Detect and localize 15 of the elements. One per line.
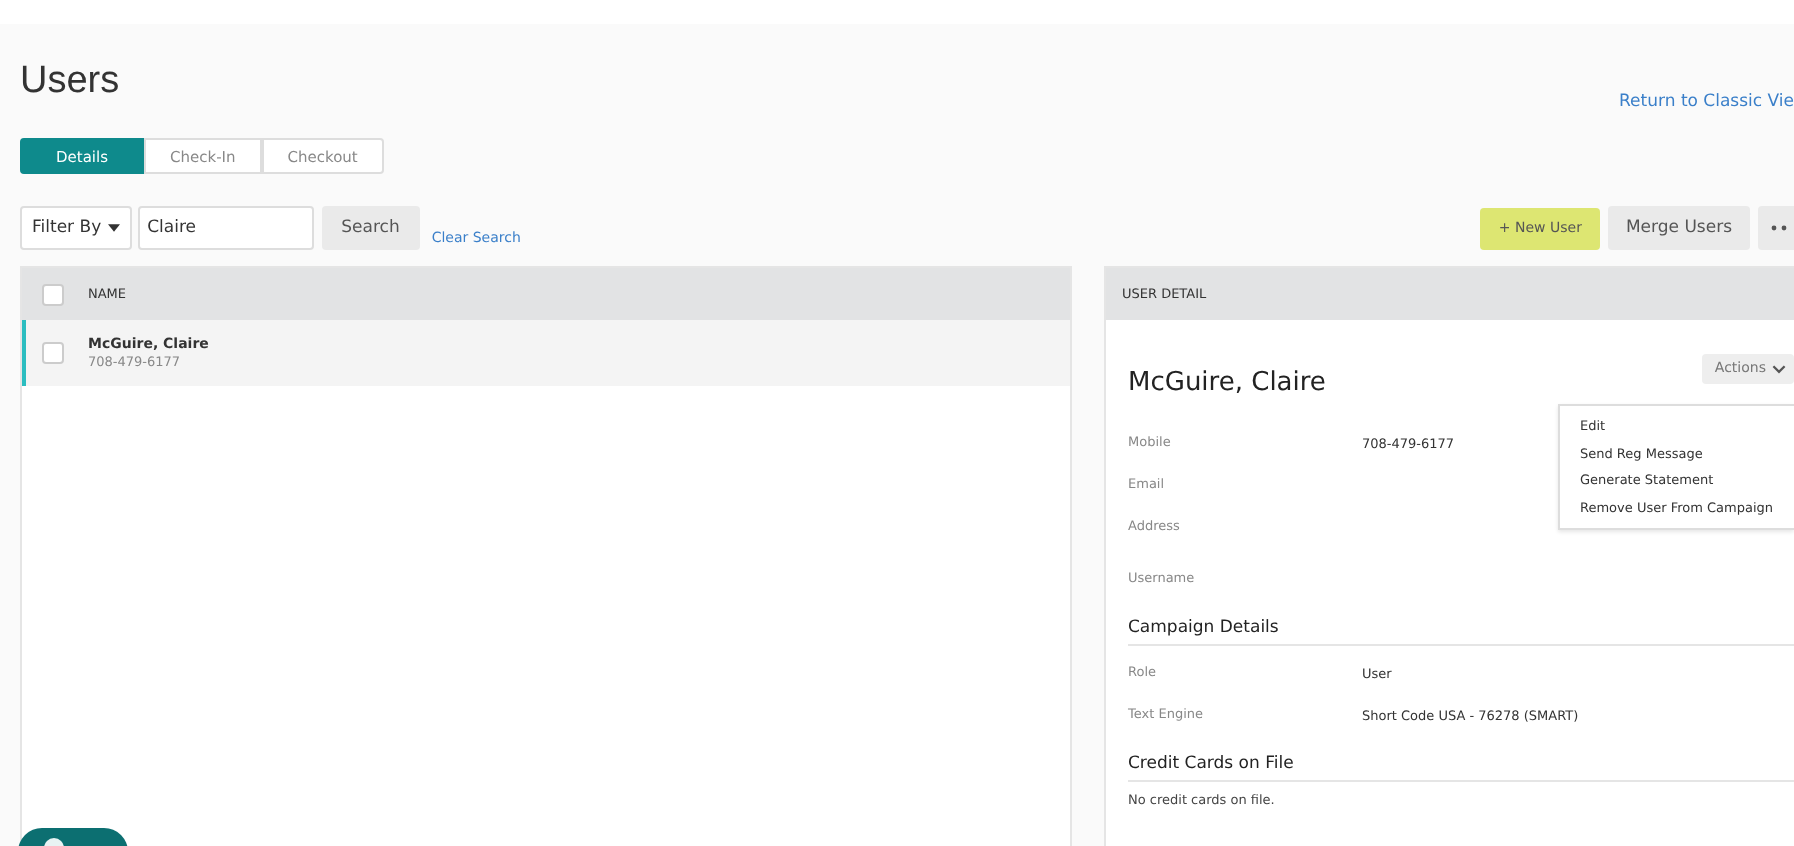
search-button[interactable]: Search [321, 206, 420, 250]
section-heading: Credit Cards on File [1128, 754, 1794, 782]
filter-dropdown[interactable]: Filter By [20, 206, 132, 250]
page-title: Users [20, 60, 120, 104]
search-field[interactable]: Claire [137, 206, 314, 250]
row-checkbox[interactable] [42, 342, 64, 364]
select-all-checkbox[interactable] [42, 283, 64, 305]
user-name-heading: McGuire, Claire [1128, 367, 1326, 397]
chevron-down-icon [1772, 363, 1786, 373]
ellipsis-icon [1770, 224, 1790, 232]
merge-users-button[interactable]: Merge Users [1607, 206, 1750, 250]
more-button[interactable] [1758, 206, 1794, 250]
return-link[interactable]: Return to Classic Vie [1619, 92, 1794, 112]
caret-icon [107, 224, 120, 232]
section-heading: Campaign Details [1128, 618, 1794, 646]
